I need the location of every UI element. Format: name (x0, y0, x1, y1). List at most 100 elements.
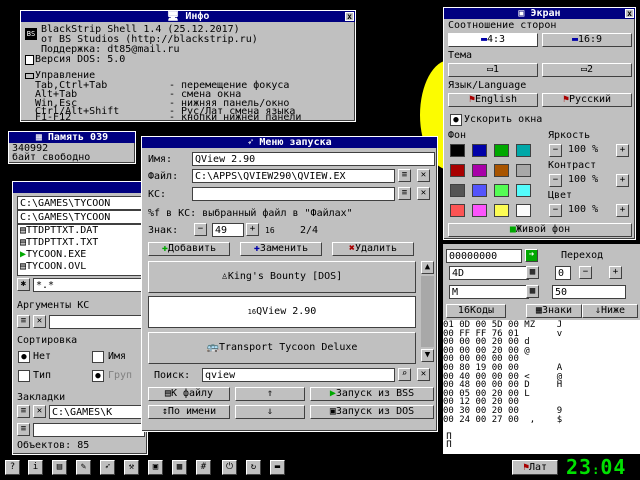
language-toggle-button[interactable]: ⚑Лат (512, 460, 558, 475)
color-swatch[interactable] (450, 204, 465, 217)
name-field[interactable]: QView 2.90 (192, 152, 435, 166)
list-item[interactable]: ▤TTDPTTXT.DAT (18, 225, 144, 237)
down-button[interactable]: ⇓ (235, 405, 305, 419)
search-icon[interactable]: ⌕ (398, 368, 411, 381)
run-dos-button[interactable]: ▣Запуск из DOS (310, 405, 434, 419)
args-field[interactable] (49, 315, 145, 329)
scroll-up-icon[interactable]: ▲ (421, 261, 434, 274)
add-button[interactable]: ✚Добавить (148, 242, 230, 256)
bookmark-field[interactable]: C:\GAMES\K (49, 405, 145, 419)
clear-icon[interactable]: ✕ (33, 315, 46, 328)
info-titlebar[interactable]: 🖥 Инфо x (21, 11, 355, 22)
scrollbar-track[interactable] (421, 276, 434, 347)
scroll-down-icon[interactable]: ▼ (421, 349, 434, 362)
go-arrow-icon[interactable]: ➜ (525, 249, 538, 262)
sort-type-radio[interactable] (18, 370, 30, 382)
color-swatch[interactable] (494, 144, 509, 157)
launch-icon[interactable]: ➶ (100, 460, 115, 475)
plus-button[interactable]: + (616, 174, 629, 187)
launch-titlebar[interactable]: ➶ Меню запуска (142, 137, 437, 148)
list-item[interactable]: ▶TYCOON.EXE (18, 249, 144, 261)
color-swatch[interactable] (516, 204, 531, 217)
live-bg-button[interactable]: ■Живой фон (448, 223, 632, 237)
calc-icon[interactable]: ▦ (526, 266, 539, 279)
close-icon[interactable]: x (625, 9, 634, 18)
file-field[interactable]: C:\APPS\QVIEW290\QVIEW.EX (192, 169, 395, 183)
display-icon[interactable]: ▬ (270, 460, 285, 475)
hex-char-field[interactable]: M (449, 285, 529, 299)
run-bss-button[interactable]: ▶Запуск из BSS (310, 387, 434, 401)
by-name-button[interactable]: ↕По имени (148, 405, 230, 419)
goto-field[interactable]: 0 (555, 266, 571, 280)
clear-icon[interactable]: ✕ (417, 187, 430, 200)
hex-value-field[interactable]: 4D (449, 266, 529, 280)
memory-icon[interactable]: ▦ (172, 460, 187, 475)
file-list[interactable]: ▤TTDPTTXT.DAT ▤TTDPTTXT.TXT ▶TYCOON.EXE … (17, 224, 145, 276)
menu-icon[interactable]: ≡ (398, 187, 411, 200)
hex-icon[interactable]: # (196, 460, 211, 475)
ks-field[interactable] (192, 187, 395, 201)
color-swatch[interactable] (472, 144, 487, 157)
minus-button[interactable]: − (579, 266, 592, 279)
russian-button[interactable]: ⚑Русский (542, 93, 632, 107)
search-input[interactable]: qview (202, 368, 395, 382)
start-icon[interactable]: ? (5, 460, 20, 475)
color-swatch[interactable] (472, 204, 487, 217)
sign-field[interactable]: 49 (212, 223, 244, 237)
down-button[interactable]: ⇓Ниже (582, 304, 638, 318)
minus-button[interactable]: − (549, 144, 562, 157)
color-swatch[interactable] (472, 164, 487, 177)
screen-titlebar[interactable]: ▣ Экран x (444, 8, 635, 19)
screen-icon[interactable]: ▣ (148, 460, 163, 475)
calc-icon[interactable]: ▦ (526, 285, 539, 298)
path-field[interactable]: C:\GAMES\TYCOON (17, 210, 145, 224)
signs-button[interactable]: ▦Знаки (526, 304, 582, 318)
plus-button[interactable]: + (609, 266, 622, 279)
minus-button[interactable]: − (549, 174, 562, 187)
color-swatch[interactable] (516, 164, 531, 177)
menu-icon[interactable]: ≡ (17, 423, 30, 436)
sort-none-radio[interactable]: ● (18, 351, 30, 363)
sort-group-radio[interactable]: ● (92, 370, 104, 382)
bookmark-input[interactable] (33, 423, 145, 437)
power-icon[interactable]: ⏻ (222, 460, 237, 475)
sort-name-radio[interactable] (92, 351, 104, 363)
color-swatch[interactable] (450, 144, 465, 157)
reboot-icon[interactable]: ↻ (246, 460, 261, 475)
list-item[interactable]: ▤TTDPTTXT.TXT (18, 237, 144, 249)
by-file-button[interactable]: ▤К файлу (148, 387, 230, 401)
delete-button[interactable]: ✖Удалить (332, 242, 414, 256)
file-manager-titlebar[interactable] (13, 182, 147, 193)
info-icon[interactable]: i (28, 460, 43, 475)
menu-icon[interactable]: ≡ (398, 169, 411, 182)
color-swatch[interactable] (472, 184, 487, 197)
hex-offset-field[interactable]: 00000000 (446, 249, 522, 263)
color-swatch[interactable] (450, 184, 465, 197)
launch-item[interactable]: 🚌Transport Tycoon Deluxe (148, 332, 416, 364)
english-button[interactable]: ⚑English (448, 93, 538, 107)
close-icon[interactable]: x (345, 12, 354, 21)
tools-icon[interactable]: ⚒ (124, 460, 139, 475)
color-swatch[interactable] (450, 164, 465, 177)
color-swatch[interactable] (516, 144, 531, 157)
menu-icon[interactable]: ≡ (17, 315, 30, 328)
plus-button[interactable]: + (616, 144, 629, 157)
color-swatch[interactable] (494, 204, 509, 217)
clear-icon[interactable]: ✕ (417, 169, 430, 182)
theme-1-button[interactable]: ▭1 (448, 63, 538, 77)
memory-titlebar[interactable]: ▦ Память 039 (9, 132, 135, 143)
clear-icon[interactable]: ✕ (417, 368, 430, 381)
speedup-checkbox[interactable]: ● (450, 114, 462, 126)
mask-field[interactable]: *.* (33, 278, 145, 292)
color-swatch[interactable] (494, 164, 509, 177)
plus-button[interactable]: + (616, 204, 629, 217)
color-swatch[interactable] (494, 184, 509, 197)
goto-field[interactable]: 50 (552, 285, 626, 299)
files-icon[interactable]: ▤ (52, 460, 67, 475)
up-button[interactable]: ⇑ (235, 387, 305, 401)
launch-item-selected[interactable]: 16QView 2.90 (148, 296, 416, 328)
aspect-4-3-button[interactable]: ▬4:3 (448, 33, 538, 47)
theme-2-button[interactable]: ▭2 (542, 63, 632, 77)
path-field[interactable]: C:\GAMES\TYCOON (17, 196, 145, 210)
mask-icon[interactable]: ✱ (17, 278, 30, 291)
